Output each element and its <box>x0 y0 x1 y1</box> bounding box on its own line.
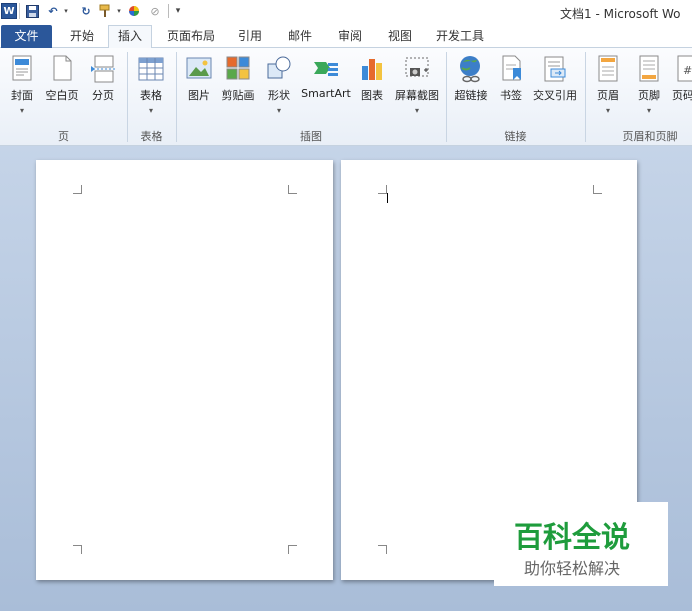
header-button[interactable]: 页眉 ▾ <box>593 52 623 115</box>
table-dropdown-icon: ▾ <box>148 106 153 115</box>
page-1[interactable] <box>36 160 333 580</box>
blank-page-icon <box>48 54 76 84</box>
tab-references[interactable]: 引用 <box>230 26 270 48</box>
text-cursor <box>387 193 388 203</box>
word-logo-icon[interactable]: W <box>1 3 17 19</box>
group-label-pages: 页 <box>58 130 69 143</box>
ribbon-insert: 封面 ▾ 空白页 分页 页 表格 ▾ 表格 图片 剪贴画 形状 ▾ SmartA… <box>0 48 692 146</box>
svg-text:#: # <box>683 64 692 77</box>
table-icon <box>137 54 165 84</box>
group-label-links: 链接 <box>504 130 527 143</box>
tab-view[interactable]: 视图 <box>380 26 420 48</box>
cover-button[interactable]: 封面 ▾ <box>6 52 38 115</box>
margin-mark-top-right <box>593 185 602 194</box>
clear-icon[interactable]: ⊘ <box>147 3 163 19</box>
blank-page-button[interactable]: 空白页 <box>42 52 82 103</box>
screenshot-button[interactable]: 屏幕截图 ▾ <box>392 52 442 115</box>
shapes-icon <box>265 54 293 84</box>
page-number-button[interactable]: # 页码 <box>672 52 692 103</box>
bookmark-icon <box>497 54 525 84</box>
page-break-button[interactable]: 分页 <box>86 52 120 103</box>
window-title: 文档1 - Microsoft Wo <box>560 7 681 21</box>
format-painter-dropdown-icon[interactable]: ▾ <box>111 3 127 19</box>
customize-arrow-icon[interactable]: ▾ <box>170 3 186 19</box>
undo-dropdown-icon[interactable]: ▾ <box>58 3 74 19</box>
tab-page-layout[interactable]: 页面布局 <box>162 26 220 48</box>
footer-button[interactable]: 页脚 ▾ <box>634 52 664 115</box>
hyperlink-icon <box>457 54 485 84</box>
group-label-tables: 表格 <box>140 130 163 143</box>
margin-mark-bottom-left <box>73 545 82 554</box>
picture-icon <box>185 54 213 84</box>
tab-file[interactable]: 文件 <box>1 25 52 48</box>
page-number-icon: # <box>676 54 692 84</box>
margin-mark-top-left <box>73 185 82 194</box>
watermark: 百科全说 助你轻松解决 <box>494 502 668 586</box>
cross-reference-icon <box>541 54 569 84</box>
shapes-button[interactable]: 形状 ▾ <box>262 52 296 115</box>
shapes-dropdown-icon: ▾ <box>276 106 281 115</box>
footer-icon <box>635 54 663 84</box>
screenshot-icon <box>403 54 431 84</box>
chart-icon <box>358 54 386 84</box>
picture-button[interactable]: 图片 <box>184 52 214 103</box>
save-icon[interactable] <box>24 3 40 19</box>
clipart-icon <box>224 54 252 84</box>
tab-mailings[interactable]: 邮件 <box>280 26 320 48</box>
bookmark-button[interactable]: 书签 <box>496 52 526 103</box>
cross-reference-button[interactable]: 交叉引用 <box>531 52 579 103</box>
margin-mark-top-right <box>288 185 297 194</box>
watermark-title: 百科全说 <box>514 520 631 554</box>
header-icon <box>594 54 622 84</box>
group-label-illustrations: 插图 <box>300 130 322 143</box>
ribbon-tabs: 文件 开始 插入 页面布局 引用 邮件 审阅 视图 开发工具 <box>0 24 692 48</box>
smartart-icon <box>312 54 340 84</box>
group-label-header-footer: 页眉和页脚 <box>622 130 678 143</box>
tab-insert[interactable]: 插入 <box>108 25 152 48</box>
smartart-button[interactable]: SmartArt <box>300 52 352 100</box>
footer-dropdown-icon: ▾ <box>646 106 651 115</box>
tab-home[interactable]: 开始 <box>62 26 102 48</box>
table-button[interactable]: 表格 ▾ <box>134 52 168 115</box>
cover-dropdown-icon: ▾ <box>19 106 24 115</box>
tab-developer[interactable]: 开发工具 <box>430 26 490 48</box>
margin-mark-bottom-left <box>378 545 387 554</box>
screenshot-dropdown-icon: ▾ <box>414 106 419 115</box>
page-break-icon <box>89 54 117 84</box>
cover-page-icon <box>8 54 36 84</box>
redo-icon[interactable]: ↻ <box>78 3 94 19</box>
tab-review[interactable]: 审阅 <box>330 26 370 48</box>
header-dropdown-icon: ▾ <box>605 106 610 115</box>
chart-button[interactable]: 图表 <box>357 52 387 103</box>
margin-mark-bottom-right <box>288 545 297 554</box>
watermark-subtitle: 助你轻松解决 <box>524 559 621 578</box>
color-icon[interactable] <box>126 3 142 19</box>
clipart-button[interactable]: 剪贴画 <box>220 52 256 103</box>
hyperlink-button[interactable]: 超链接 <box>452 52 490 103</box>
title-bar: W ↶ ▾ ↻ ▾ ⊘ ▾ 文档1 - Microsoft Wo <box>0 0 692 24</box>
margin-mark-top-left <box>378 185 387 194</box>
